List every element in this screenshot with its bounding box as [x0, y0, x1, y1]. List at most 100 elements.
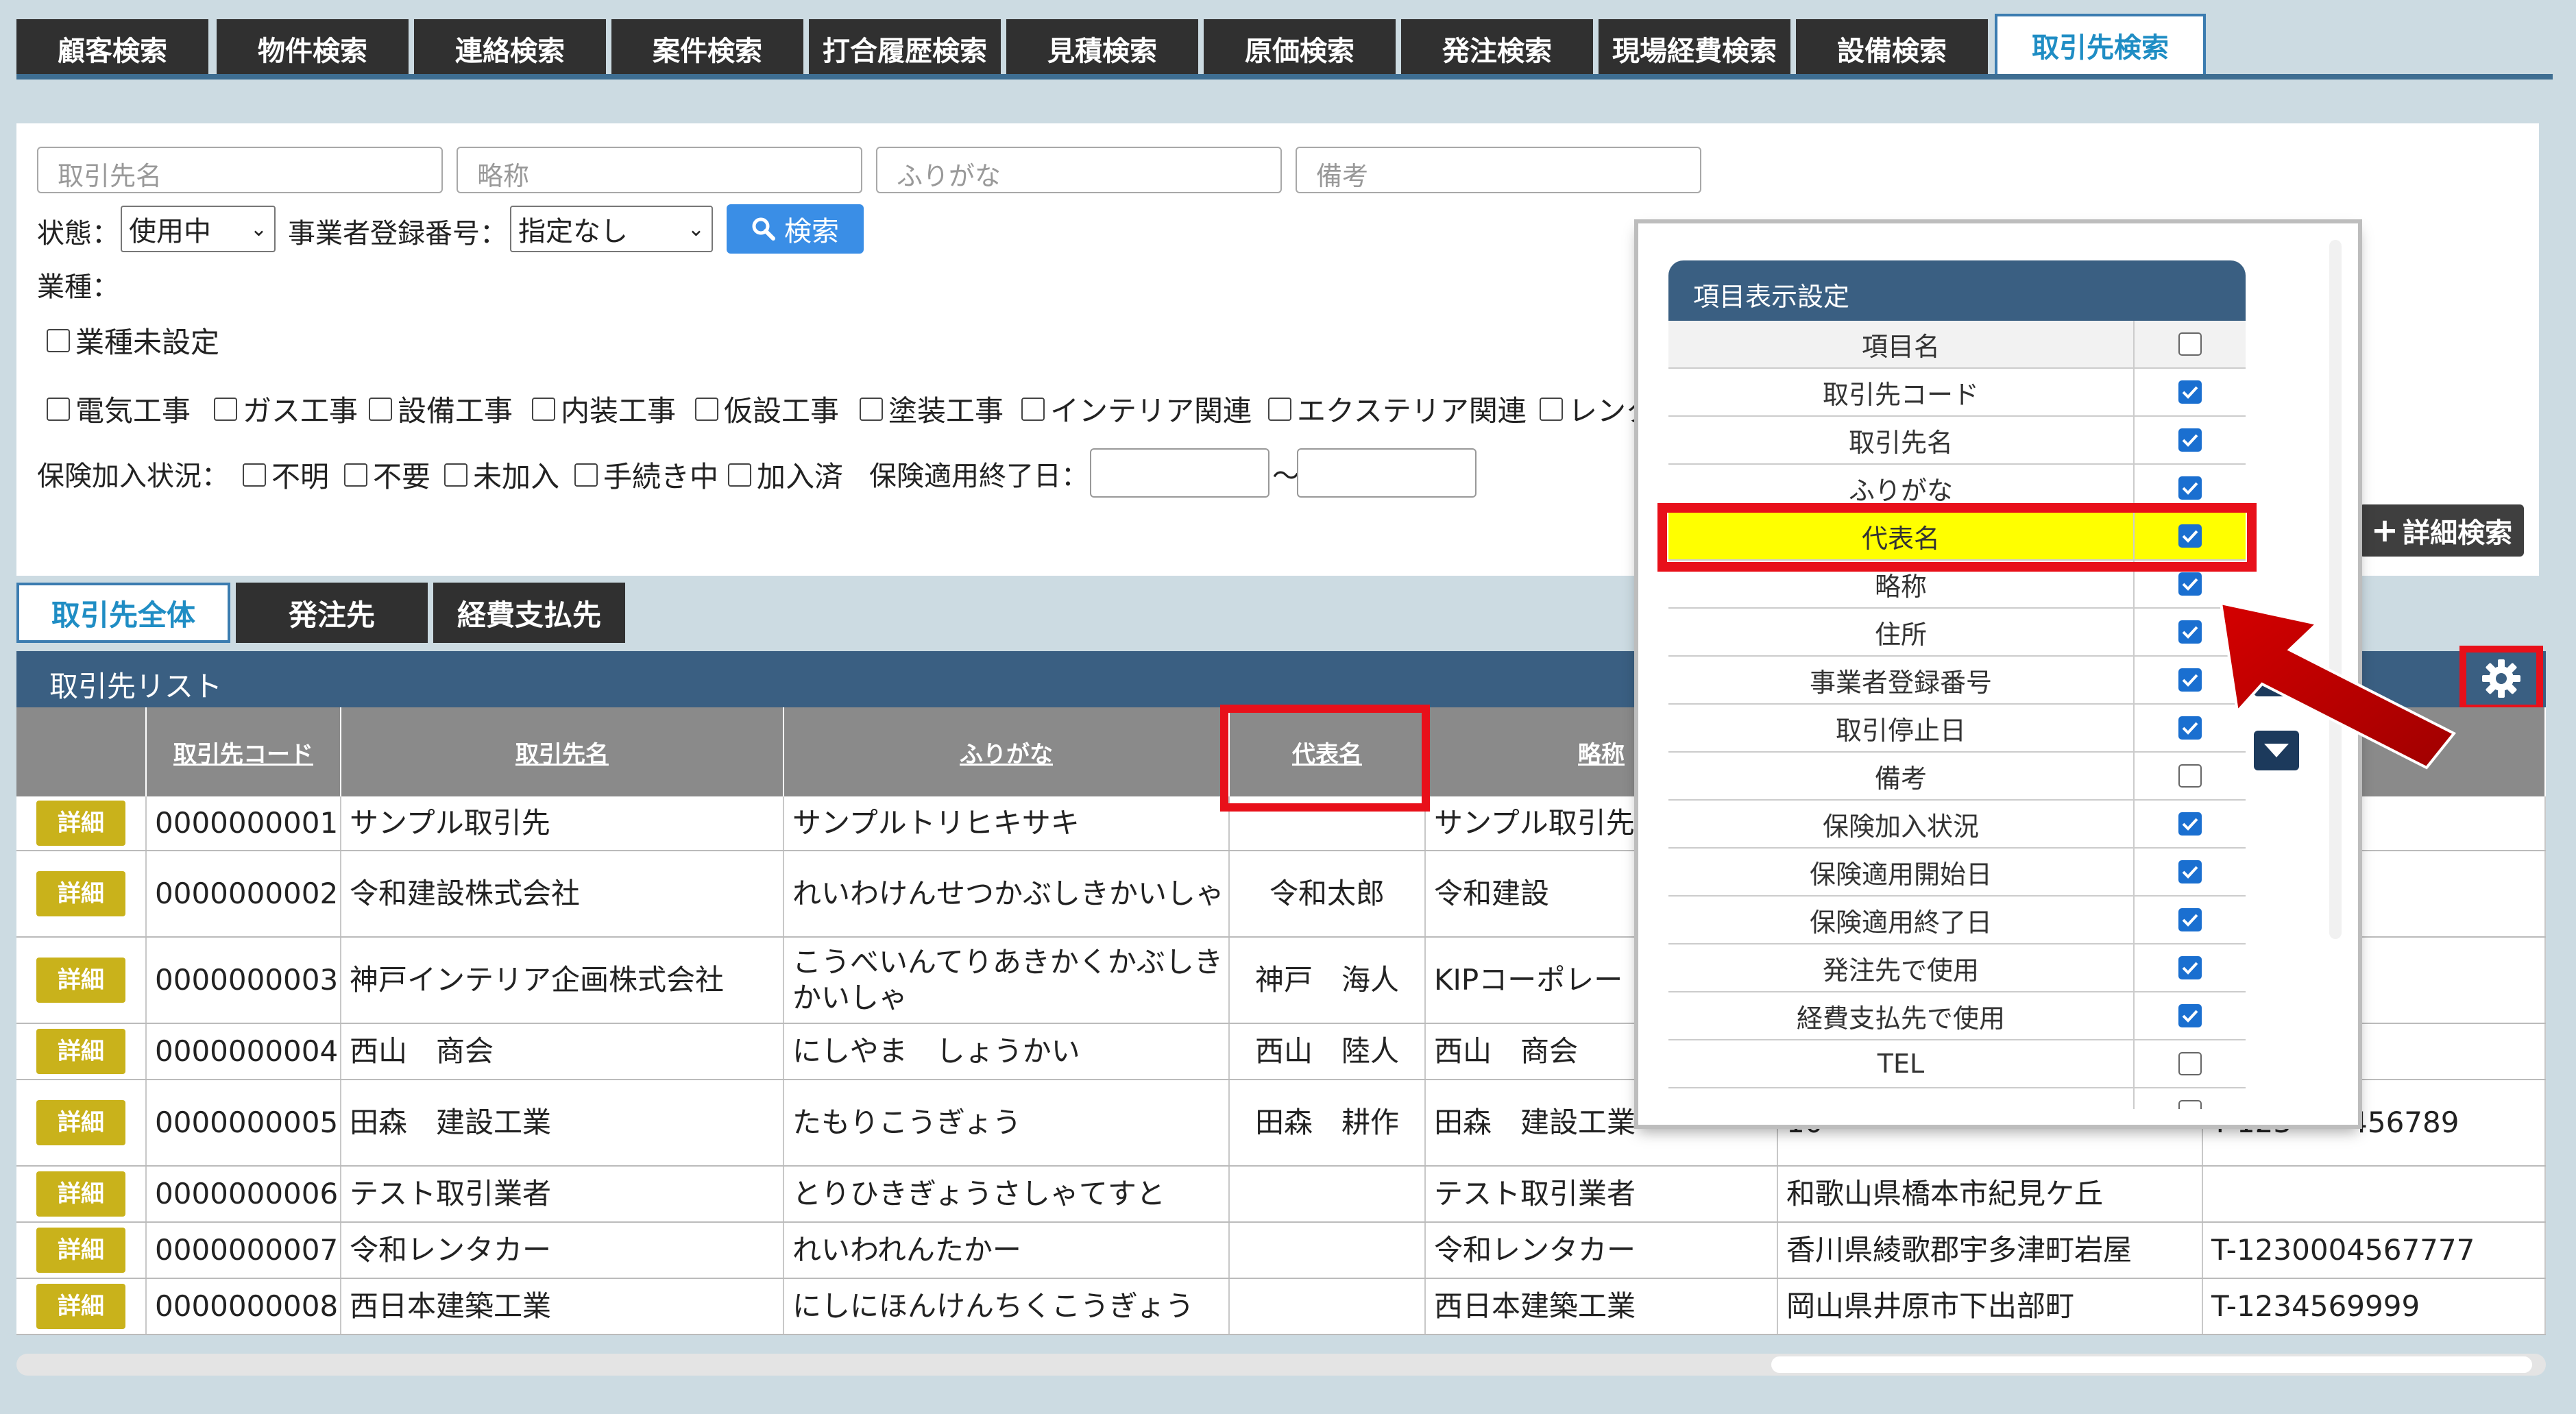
nav-tab-2[interactable]: 連絡検索	[414, 19, 606, 78]
popup-item-checkbox[interactable]	[2178, 380, 2202, 404]
popup-item-row[interactable]	[1668, 1088, 2246, 1109]
detail-button[interactable]: 詳細	[36, 958, 125, 1003]
popup-item-checkbox[interactable]	[2178, 668, 2202, 692]
popup-scroll-thumb[interactable]	[2329, 240, 2342, 939]
nav-tab-7[interactable]: 発注検索	[1401, 19, 1593, 78]
checkbox-box[interactable]	[1021, 397, 1045, 421]
checkbox-box[interactable]	[532, 397, 555, 421]
popup-item-checkbox[interactable]	[2178, 428, 2202, 452]
checkbox-box[interactable]	[1540, 397, 1563, 421]
gyoshu-unset-checkbox[interactable]: 業種未設定	[47, 319, 219, 361]
nav-tab-5[interactable]: 見積検索	[1006, 19, 1198, 78]
checkbox-box[interactable]	[369, 397, 392, 421]
popup-item-checkbox[interactable]	[2178, 572, 2202, 596]
column-header-1[interactable]: 取引先コード	[147, 707, 341, 796]
checkbox-box[interactable]	[243, 463, 266, 487]
sub-tab-0[interactable]: 取引先全体	[16, 583, 230, 643]
insurance-end-to[interactable]	[1297, 448, 1477, 498]
checkbox-box[interactable]	[344, 463, 367, 487]
popup-item-checkbox[interactable]	[2178, 764, 2202, 788]
popup-item-checkbox[interactable]	[2178, 860, 2202, 883]
popup-item-row[interactable]: 項目名	[1668, 321, 2246, 369]
gyoshu-checkbox-8[interactable]: レンタ	[1540, 388, 1655, 430]
popup-item-checkbox[interactable]	[2178, 716, 2202, 740]
popup-item-row[interactable]: 取引先名	[1668, 417, 2246, 465]
popup-item-checkbox[interactable]	[2178, 1100, 2202, 1109]
popup-item-row[interactable]: 経費支払先で使用	[1668, 992, 2246, 1040]
name-input[interactable]: 取引先名	[37, 147, 443, 193]
nav-tab-0[interactable]: 顧客検索	[16, 19, 208, 78]
insurance-checkbox-0[interactable]: 不明	[243, 454, 329, 496]
popup-item-checkbox[interactable]	[2178, 476, 2202, 500]
detail-button[interactable]: 詳細	[36, 1284, 125, 1329]
popup-item-checkbox[interactable]	[2178, 1052, 2202, 1075]
abbr-input[interactable]: 略称	[457, 147, 862, 193]
insurance-end-from[interactable]	[1090, 448, 1269, 498]
nav-tab-1[interactable]: 物件検索	[217, 19, 409, 78]
insurance-checkbox-4[interactable]: 加入済	[728, 454, 843, 496]
detail-button[interactable]: 詳細	[36, 1029, 125, 1074]
popup-item-checkbox[interactable]	[2178, 1004, 2202, 1027]
reg-select[interactable]: 指定なし ⌄	[510, 206, 713, 252]
nav-tab-6[interactable]: 原価検索	[1204, 19, 1396, 78]
detail-search-button[interactable]: + 詳細検索	[2359, 504, 2524, 557]
popup-item-row[interactable]: TEL	[1668, 1040, 2246, 1088]
popup-item-checkbox[interactable]	[2178, 956, 2202, 979]
column-header-2[interactable]: 取引先名	[341, 707, 784, 796]
popup-item-row[interactable]: 備考	[1668, 753, 2246, 801]
gyoshu-checkbox-3[interactable]: 内装工事	[532, 388, 676, 430]
popup-item-row[interactable]: 保険加入状況	[1668, 801, 2246, 849]
popup-item-checkbox[interactable]	[2178, 620, 2202, 644]
popup-item-checkbox[interactable]	[2178, 908, 2202, 931]
insurance-checkbox-3[interactable]: 手続き中	[574, 454, 718, 496]
detail-button[interactable]: 詳細	[36, 1228, 125, 1273]
gyoshu-checkbox-1[interactable]: ガス工事	[214, 388, 358, 430]
checkbox-box[interactable]	[574, 463, 598, 487]
insurance-checkbox-2[interactable]: 未加入	[444, 454, 559, 496]
table-scrollbar[interactable]	[16, 1354, 2546, 1376]
insurance-checkbox-1[interactable]: 不要	[344, 454, 430, 496]
sub-tab-2[interactable]: 経費支払先	[433, 583, 625, 643]
checkbox-box[interactable]	[47, 397, 70, 421]
scrollbar-thumb[interactable]	[1771, 1356, 2532, 1373]
detail-button[interactable]: 詳細	[36, 1100, 125, 1145]
popup-item-checkbox[interactable]	[2178, 812, 2202, 836]
gyoshu-checkbox-4[interactable]: 仮設工事	[695, 388, 839, 430]
note-input[interactable]: 備考	[1296, 147, 1701, 193]
gyoshu-checkbox-2[interactable]: 設備工事	[369, 388, 513, 430]
checkbox-box[interactable]	[728, 463, 751, 487]
popup-item-row[interactable]: 取引先コード	[1668, 369, 2246, 417]
popup-item-row[interactable]: 住所	[1668, 609, 2246, 657]
checkbox-box[interactable]	[695, 397, 718, 421]
checkbox-box[interactable]	[444, 463, 467, 487]
nav-tab-4[interactable]: 打合履歴検索	[809, 19, 1001, 78]
gyoshu-checkbox-7[interactable]: エクステリア関連	[1268, 388, 1527, 430]
kana-input[interactable]: ふりがな	[876, 147, 1282, 193]
checkbox-box[interactable]	[214, 397, 237, 421]
column-header-0[interactable]	[16, 707, 147, 796]
nav-tab-10[interactable]: 取引先検索	[1995, 14, 2206, 74]
nav-tab-3[interactable]: 案件検索	[611, 19, 803, 78]
popup-item-row[interactable]: 事業者登録番号	[1668, 657, 2246, 705]
popup-item-checkbox[interactable]	[2178, 332, 2202, 356]
detail-button[interactable]: 詳細	[36, 801, 125, 846]
popup-item-row[interactable]: 発注先で使用	[1668, 944, 2246, 992]
checkbox-box[interactable]	[860, 397, 883, 421]
search-button[interactable]: 検索	[727, 204, 864, 254]
popup-item-row[interactable]: 保険適用開始日	[1668, 849, 2246, 897]
gyoshu-checkbox-6[interactable]: インテリア関連	[1021, 388, 1252, 430]
detail-button[interactable]: 詳細	[36, 871, 125, 916]
column-header-3[interactable]: ふりがな	[784, 707, 1230, 796]
settings-button[interactable]	[2459, 646, 2543, 711]
nav-tab-8[interactable]: 現場経費検索	[1599, 19, 1790, 78]
gyoshu-checkbox-5[interactable]: 塗装工事	[860, 388, 1004, 430]
detail-button[interactable]: 詳細	[36, 1171, 125, 1217]
gyoshu-checkbox-0[interactable]: 電気工事	[47, 388, 191, 430]
popup-item-row[interactable]: 保険適用終了日	[1668, 897, 2246, 944]
popup-item-checkbox-cell	[2135, 897, 2246, 943]
popup-item-row[interactable]: 取引停止日	[1668, 705, 2246, 753]
sub-tab-1[interactable]: 発注先	[236, 583, 428, 643]
status-select[interactable]: 使用中 ⌄	[121, 206, 276, 252]
checkbox-box[interactable]	[1268, 397, 1291, 421]
nav-tab-9[interactable]: 設備検索	[1796, 19, 1988, 78]
